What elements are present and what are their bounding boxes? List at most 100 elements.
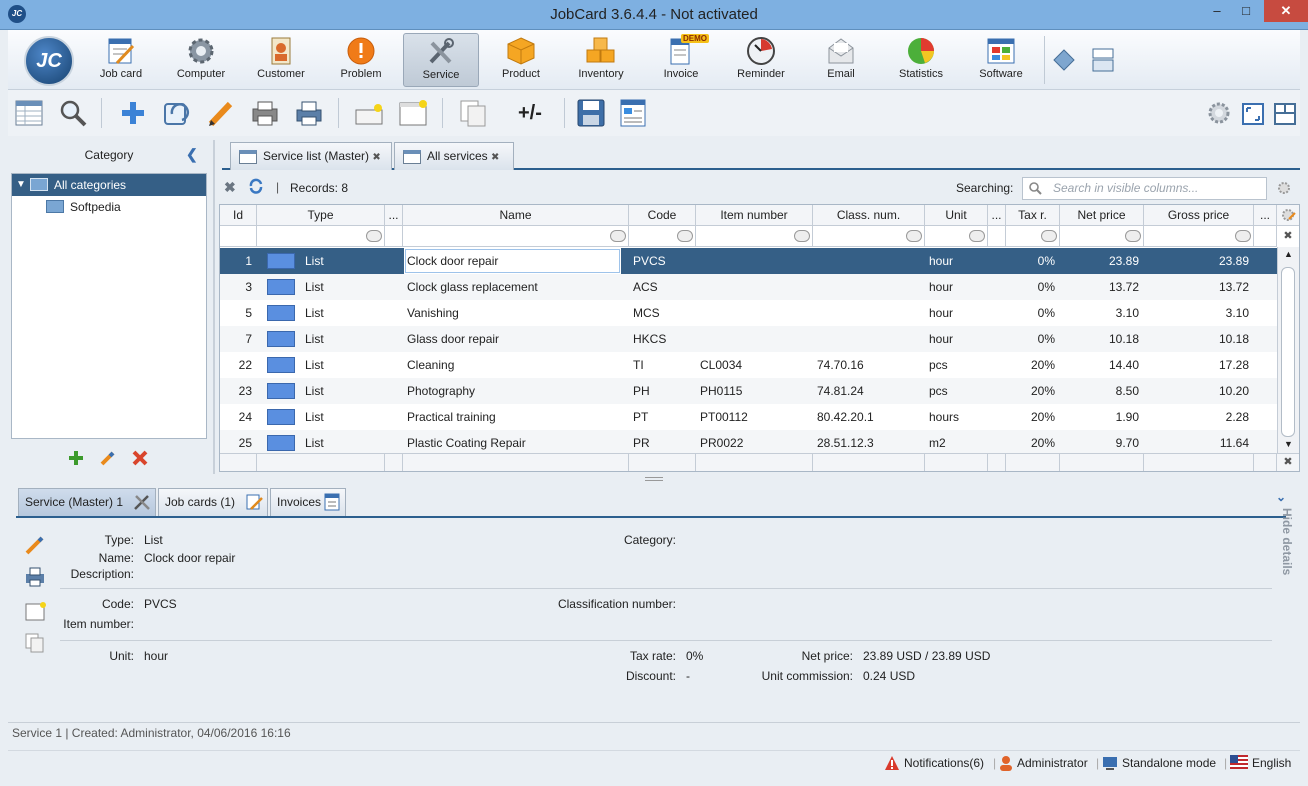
column-filter[interactable]	[629, 226, 696, 247]
table-view-icon[interactable]	[14, 98, 44, 128]
column-filter[interactable]	[696, 226, 813, 247]
column-filter[interactable]	[385, 226, 403, 247]
vertical-scrollbar[interactable]: ▲ ▼	[1277, 247, 1299, 453]
copy-record-icon[interactable]	[162, 98, 192, 128]
user-button[interactable]: Administrator	[1017, 755, 1088, 771]
chevron-down-icon[interactable]: ⌄	[1276, 490, 1286, 504]
filter-icon[interactable]	[969, 230, 985, 242]
tree-item-all-categories[interactable]: ▼ All categories	[12, 174, 206, 196]
splitter-horizontal[interactable]	[645, 477, 663, 481]
column-header[interactable]: Name	[403, 205, 629, 226]
tab-close-icon[interactable]: ✖	[372, 152, 380, 163]
filter-icon[interactable]	[677, 230, 693, 242]
column-chooser-icon[interactable]	[1277, 205, 1299, 226]
column-header[interactable]: Gross price	[1144, 205, 1254, 226]
table-row[interactable]: 24 List Practical training PT PT00112 80.42.2…	[220, 404, 1277, 430]
add-category-icon[interactable]	[68, 450, 84, 466]
duplicate-icon[interactable]	[24, 632, 46, 654]
search-settings-icon[interactable]	[1276, 180, 1292, 196]
collapse-panel-icon[interactable]: ❮	[186, 146, 198, 163]
module-product[interactable]: Product	[483, 33, 559, 87]
tab-service-list[interactable]: Service list (Master) ✖	[230, 142, 392, 170]
module-inventory[interactable]: Inventory	[563, 33, 639, 87]
column-header[interactable]: Tax r.	[1006, 205, 1060, 226]
footer-close-icon[interactable]: ✖	[1277, 453, 1299, 471]
tab-invoices[interactable]: Invoices	[270, 488, 346, 516]
diamond-icon[interactable]	[1052, 48, 1076, 72]
new-note-icon[interactable]	[354, 98, 384, 128]
module-customer[interactable]: Customer	[243, 33, 319, 87]
column-header[interactable]: Class. num.	[813, 205, 925, 226]
column-filter[interactable]	[1144, 226, 1254, 247]
tab-close-icon[interactable]: ✖	[491, 152, 499, 163]
scroll-down-arrow-icon[interactable]: ▼	[1284, 439, 1293, 449]
module-computer[interactable]: Computer	[163, 33, 239, 87]
mode-indicator[interactable]: Standalone mode	[1122, 755, 1216, 771]
column-filter[interactable]	[1006, 226, 1060, 247]
filter-icon[interactable]	[1125, 230, 1141, 242]
column-filter[interactable]	[403, 226, 629, 247]
module-reminder[interactable]: Reminder	[723, 33, 799, 87]
tree-item-softpedia[interactable]: Softpedia	[12, 196, 206, 218]
layout-icon[interactable]	[1090, 46, 1116, 74]
close-button[interactable]: ✕	[1264, 0, 1308, 22]
column-header[interactable]: Id	[220, 205, 257, 226]
settings-icon[interactable]	[1206, 98, 1232, 128]
column-header[interactable]: Item number	[696, 205, 813, 226]
panel-layout-icon[interactable]	[1272, 98, 1298, 128]
column-header[interactable]: Type	[257, 205, 385, 226]
fullscreen-icon[interactable]	[1240, 98, 1266, 128]
table-row[interactable]: 23 List Photography PH PH0115 74.81.24 pcs 20% 8…	[220, 378, 1277, 404]
filter-icon[interactable]	[366, 230, 382, 242]
column-filter[interactable]	[813, 226, 925, 247]
scroll-up-arrow-icon[interactable]: ▲	[1284, 249, 1293, 259]
hide-details-button[interactable]: Hide details	[1274, 508, 1294, 588]
scrollbar-thumb[interactable]	[1281, 267, 1295, 437]
edit-category-icon[interactable]	[100, 450, 116, 466]
form-icon[interactable]	[618, 98, 648, 128]
filter-icon[interactable]	[1041, 230, 1057, 242]
tab-all-services[interactable]: All services ✖	[394, 142, 514, 170]
print-icon[interactable]	[24, 566, 46, 588]
clear-filter-icon[interactable]: ✖	[224, 179, 236, 196]
column-header[interactable]: ...	[385, 205, 403, 226]
print-preview-icon[interactable]	[250, 98, 280, 128]
print-icon[interactable]	[294, 98, 324, 128]
column-header[interactable]: Code	[629, 205, 696, 226]
module-software[interactable]: Software	[963, 33, 1039, 87]
refresh-icon[interactable]	[248, 178, 264, 194]
column-header[interactable]: Unit	[925, 205, 988, 226]
table-row[interactable]: 1 List Clock door repair PVCS hour 0% 23.89 23.…	[220, 248, 1277, 274]
edit-icon[interactable]	[206, 98, 236, 128]
clear-filters-icon[interactable]: ✖	[1277, 226, 1299, 247]
column-filter[interactable]	[925, 226, 988, 247]
tab-service-master[interactable]: Service (Master) 1	[18, 488, 156, 516]
module-email[interactable]: Email	[803, 33, 879, 87]
column-header[interactable]: ...	[1254, 205, 1277, 226]
maximize-button[interactable]: □	[1232, 0, 1260, 22]
column-filter[interactable]	[220, 226, 257, 247]
filter-icon[interactable]	[794, 230, 810, 242]
table-row[interactable]: 3 List Clock glass replacement ACS hour 0% 13.…	[220, 274, 1277, 300]
module-job-card[interactable]: Job card	[83, 33, 159, 87]
filter-icon[interactable]	[906, 230, 922, 242]
tab-job-cards[interactable]: Job cards (1)	[158, 488, 268, 516]
new-note-icon[interactable]	[24, 600, 46, 622]
filter-icon[interactable]	[610, 230, 626, 242]
duplicate-icon[interactable]	[458, 98, 488, 128]
search-input[interactable]: Search in visible columns...	[1022, 177, 1267, 200]
notifications-button[interactable]: Notifications(6)	[904, 755, 984, 771]
delete-category-icon[interactable]	[132, 450, 148, 466]
minimize-button[interactable]: –	[1204, 0, 1230, 22]
module-invoice[interactable]: DEMO Invoice	[643, 33, 719, 87]
column-filter[interactable]	[257, 226, 385, 247]
save-icon[interactable]	[576, 98, 606, 128]
filter-icon[interactable]	[1235, 230, 1251, 242]
plus-minus-button[interactable]: +/-	[518, 98, 554, 128]
column-header[interactable]: Net price	[1060, 205, 1144, 226]
column-header[interactable]: ...	[988, 205, 1006, 226]
module-problem[interactable]: Problem	[323, 33, 399, 87]
column-filter[interactable]	[1254, 226, 1277, 247]
table-row[interactable]: 7 List Glass door repair HKCS hour 0% 10.18 10.…	[220, 326, 1277, 352]
add-icon[interactable]	[118, 98, 148, 128]
